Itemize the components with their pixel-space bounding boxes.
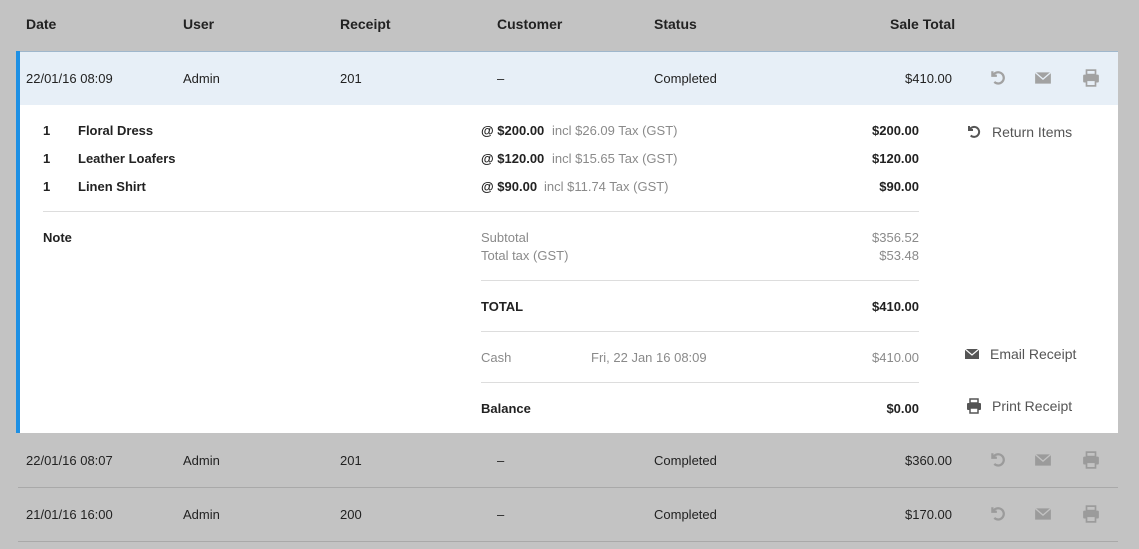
return-items-label: Return Items	[992, 124, 1073, 140]
printer-icon[interactable]	[1082, 505, 1102, 525]
item-qty: 1	[43, 151, 51, 166]
undo-icon[interactable]	[989, 505, 1009, 525]
payment-amount: $410.00	[872, 350, 919, 365]
sale-receipt: 200	[340, 507, 362, 522]
payment-date: Fri, 22 Jan 16 08:09	[591, 350, 707, 365]
sale-receipt: 201	[340, 71, 362, 86]
note-label: Note	[43, 230, 72, 245]
item-unit-price: @ $90.00	[481, 179, 538, 194]
divider	[43, 211, 919, 212]
divider	[481, 382, 919, 383]
envelope-icon[interactable]	[1034, 451, 1054, 471]
sale-total: $170.00	[905, 507, 952, 522]
tax-label: Total tax (GST)	[481, 248, 569, 263]
sale-customer: –	[497, 453, 505, 468]
sales-table-header: Date User Receipt Customer Status Sale T…	[0, 0, 1139, 50]
envelope-icon	[964, 348, 980, 359]
sale-receipt: 201	[340, 453, 362, 468]
column-header-status[interactable]: Status	[654, 16, 697, 32]
undo-icon[interactable]	[989, 69, 1009, 89]
total-value: $410.00	[872, 299, 919, 314]
envelope-icon[interactable]	[1034, 69, 1054, 89]
item-line-total: $200.00	[872, 123, 919, 138]
sale-status: Completed	[654, 507, 717, 522]
divider	[481, 331, 919, 332]
payment-method: Cash	[481, 350, 512, 365]
sale-total: $410.00	[905, 71, 952, 86]
sale-customer: –	[497, 71, 505, 86]
item-tax: incl $26.09 Tax (GST)	[552, 123, 678, 138]
sale-row[interactable]: 22/01/16 08:07 Admin 201 – Completed $36…	[18, 434, 1118, 488]
email-receipt-button[interactable]: Email Receipt	[964, 346, 1076, 362]
undo-icon	[968, 125, 981, 138]
column-header-sale-total[interactable]: Sale Total	[890, 16, 955, 32]
printer-icon	[967, 398, 981, 414]
item-name: Linen Shirt	[78, 179, 146, 194]
envelope-icon[interactable]	[1034, 505, 1054, 525]
item-qty: 1	[43, 179, 51, 194]
total-label: TOTAL	[481, 299, 524, 314]
undo-icon[interactable]	[989, 451, 1009, 471]
sale-status: Completed	[654, 71, 717, 86]
sale-customer: –	[497, 507, 505, 522]
sale-user: Admin	[183, 453, 220, 468]
column-header-user[interactable]: User	[183, 16, 214, 32]
item-qty: 1	[43, 123, 51, 138]
balance-value: $0.00	[886, 401, 919, 416]
subtotal-label: Subtotal	[481, 230, 529, 245]
sale-detail-panel: 1 Floral Dress @ $200.00 incl $26.09 Tax…	[20, 105, 1118, 433]
email-receipt-label: Email Receipt	[990, 346, 1077, 362]
printer-icon[interactable]	[1082, 451, 1102, 471]
item-tax: incl $11.74 Tax (GST)	[544, 179, 669, 194]
sale-status: Completed	[654, 453, 717, 468]
column-header-receipt[interactable]: Receipt	[340, 16, 391, 32]
column-header-customer[interactable]: Customer	[497, 16, 562, 32]
balance-label: Balance	[481, 401, 531, 416]
divider	[481, 280, 919, 281]
sale-date: 21/01/16 16:00	[26, 507, 113, 522]
tax-value: $53.48	[879, 248, 919, 263]
sale-row-expanded[interactable]: 22/01/16 08:09 Admin 201 – Completed $41…	[18, 51, 1118, 105]
return-items-button[interactable]: Return Items	[966, 124, 1072, 140]
sale-user: Admin	[183, 507, 220, 522]
item-unit-price: @ $200.00	[481, 123, 545, 138]
item-line-total: $90.00	[879, 179, 919, 194]
item-name: Leather Loafers	[78, 151, 176, 166]
item-name: Floral Dress	[78, 123, 154, 138]
item-line-total: $120.00	[872, 151, 919, 166]
sale-date: 22/01/16 08:09	[26, 71, 113, 86]
sale-user: Admin	[183, 71, 220, 86]
item-unit-price: @ $120.00	[481, 151, 545, 166]
subtotal-value: $356.52	[872, 230, 919, 245]
item-tax: incl $15.65 Tax (GST)	[552, 151, 678, 166]
sale-row[interactable]: 21/01/16 16:00 Admin 200 – Completed $17…	[18, 488, 1118, 542]
print-receipt-button[interactable]: Print Receipt	[966, 398, 1072, 414]
print-receipt-label: Print Receipt	[992, 398, 1073, 414]
column-header-date[interactable]: Date	[26, 16, 56, 32]
sale-total: $360.00	[905, 453, 952, 468]
sale-date: 22/01/16 08:07	[26, 453, 113, 468]
printer-icon[interactable]	[1082, 69, 1102, 89]
